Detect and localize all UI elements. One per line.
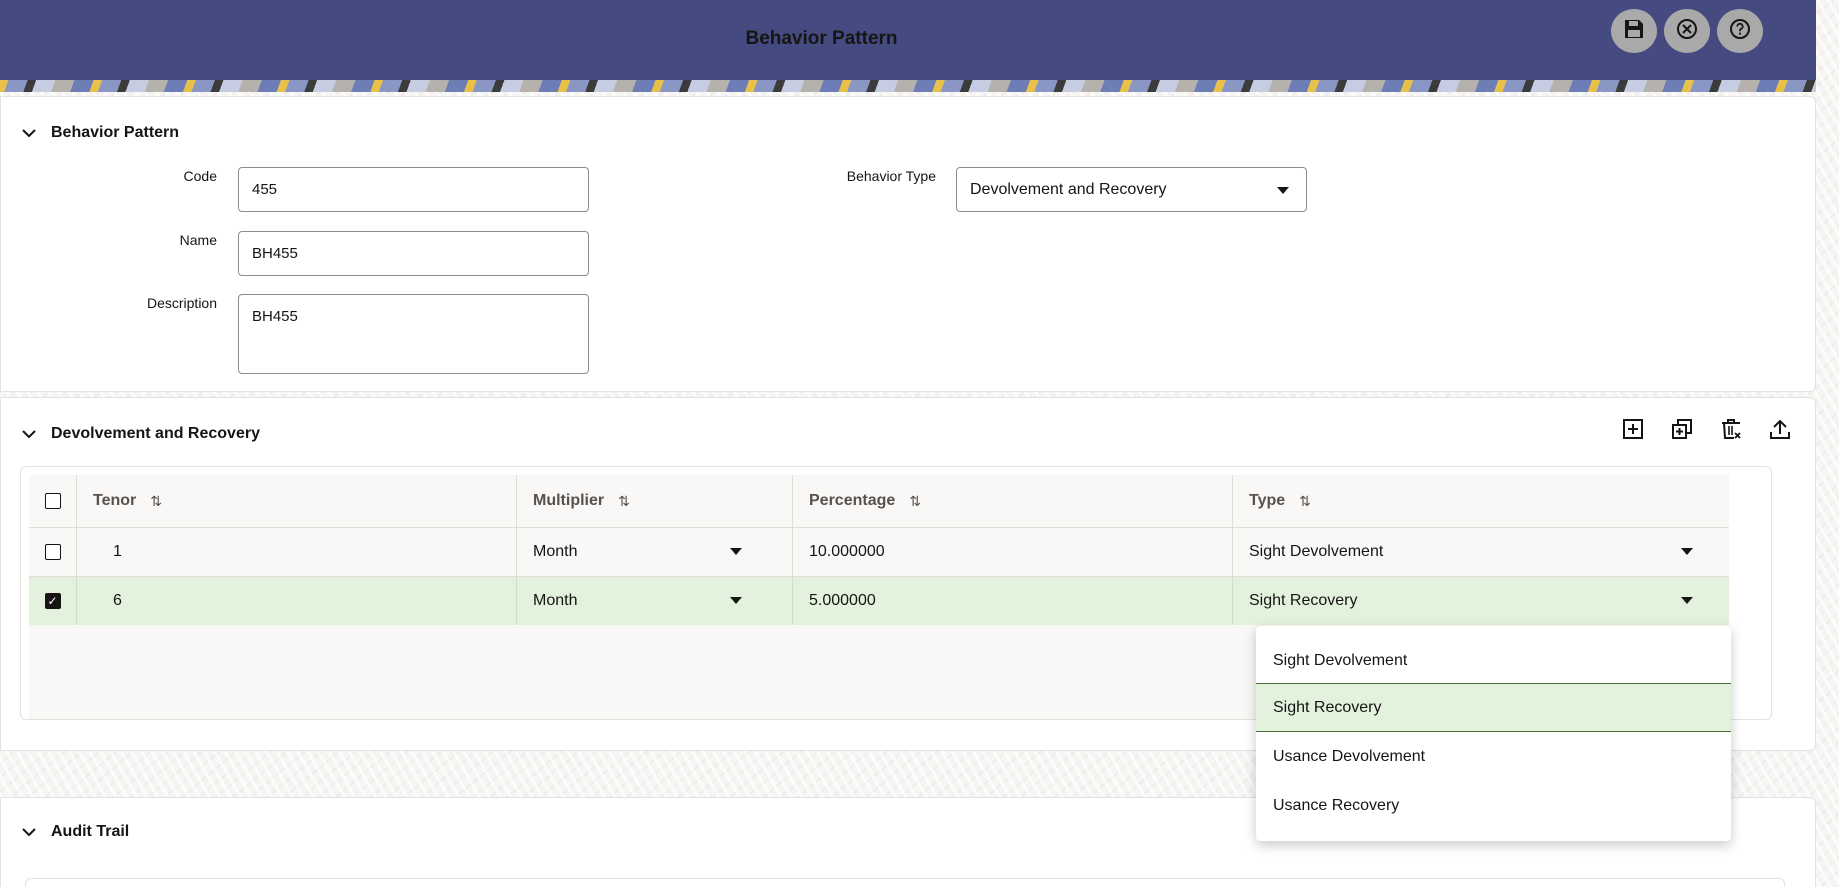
section-title: Audit Trail bbox=[51, 823, 130, 840]
section-title: Behavior Pattern bbox=[51, 124, 180, 141]
tenor-value: 1 bbox=[113, 543, 122, 560]
dropdown-option[interactable]: Usance Recovery bbox=[1256, 781, 1731, 830]
tenor-cell[interactable]: 6 bbox=[77, 577, 517, 625]
multiplier-select[interactable]: Month bbox=[517, 543, 792, 561]
code-input[interactable]: 455 bbox=[238, 167, 589, 212]
behavior-type-select[interactable]: Devolvement and Recovery bbox=[956, 167, 1307, 212]
row-checkbox[interactable] bbox=[44, 544, 61, 560]
chevron-down-icon bbox=[21, 824, 37, 840]
column-label: Type bbox=[1249, 492, 1286, 509]
description-label: Description bbox=[146, 295, 217, 311]
page-scrollbar[interactable] bbox=[1816, 0, 1839, 887]
name-label: Name bbox=[179, 232, 217, 248]
table-header-row: Tenor ⇅ Multiplier ⇅ Percentage ⇅ Type ⇅ bbox=[29, 475, 1729, 528]
multiplier-cell[interactable]: Month bbox=[517, 528, 793, 576]
caret-down-icon bbox=[1681, 597, 1693, 604]
help-circle-icon bbox=[1729, 18, 1751, 45]
column-header-multiplier[interactable]: Multiplier ⇅ bbox=[517, 475, 793, 527]
help-button[interactable] bbox=[1717, 9, 1763, 53]
devolvement-header[interactable]: Devolvement and Recovery bbox=[21, 425, 260, 443]
behavior-type-label: Behavior Type bbox=[846, 168, 936, 184]
sort-icon[interactable]: ⇅ bbox=[618, 493, 630, 510]
type-value: Sight Devolvement bbox=[1249, 543, 1384, 560]
add-icon[interactable] bbox=[1622, 418, 1644, 440]
save-icon bbox=[1623, 18, 1645, 45]
multiplier-cell[interactable]: Month bbox=[517, 577, 793, 625]
row-select-cell bbox=[29, 528, 77, 576]
caret-down-icon bbox=[730, 548, 742, 555]
column-header-tenor[interactable]: Tenor ⇅ bbox=[77, 475, 517, 527]
upload-icon[interactable] bbox=[1769, 418, 1791, 440]
close-button[interactable] bbox=[1664, 9, 1710, 53]
type-select[interactable]: Sight Recovery bbox=[1233, 592, 1729, 610]
column-label: Percentage bbox=[809, 492, 896, 509]
dropdown-option-selected[interactable]: Sight Recovery bbox=[1256, 683, 1731, 732]
type-select[interactable]: Sight Devolvement bbox=[1233, 543, 1729, 561]
description-textarea[interactable]: BH455 bbox=[238, 294, 589, 374]
row-select-cell bbox=[29, 577, 77, 625]
caret-down-icon bbox=[730, 597, 742, 604]
chevron-down-icon bbox=[21, 125, 37, 141]
select-all-checkbox[interactable] bbox=[44, 493, 61, 509]
name-input[interactable]: BH455 bbox=[238, 231, 589, 276]
tenor-value: 6 bbox=[113, 592, 122, 609]
behavior-pattern-header[interactable]: Behavior Pattern bbox=[21, 124, 179, 142]
type-dropdown-listbox: Sight Devolvement Sight Recovery Usance … bbox=[1256, 626, 1731, 841]
multiplier-value: Month bbox=[533, 543, 578, 560]
save-button[interactable] bbox=[1611, 9, 1657, 53]
percentage-value: 10.000000 bbox=[809, 543, 885, 560]
table-row[interactable]: 6 Month 5.000000 Sight Recovery bbox=[29, 577, 1729, 625]
page-header: Behavior Pattern bbox=[0, 0, 1816, 80]
sort-icon[interactable]: ⇅ bbox=[909, 493, 921, 510]
caret-down-icon bbox=[1681, 548, 1693, 555]
code-label: Code bbox=[183, 168, 217, 184]
behavior-type-value: Devolvement and Recovery bbox=[970, 181, 1167, 198]
type-cell[interactable]: Sight Devolvement bbox=[1233, 528, 1729, 576]
delete-icon[interactable] bbox=[1720, 418, 1742, 440]
percentage-value: 5.000000 bbox=[809, 592, 876, 609]
decorative-banner bbox=[0, 80, 1816, 92]
dropdown-option[interactable]: Sight Devolvement bbox=[1256, 636, 1731, 685]
section-title: Devolvement and Recovery bbox=[51, 425, 260, 442]
audit-trail-header[interactable]: Audit Trail bbox=[21, 823, 129, 841]
column-header-type[interactable]: Type ⇅ bbox=[1233, 475, 1729, 527]
column-header-percentage[interactable]: Percentage ⇅ bbox=[793, 475, 1233, 527]
multiplier-select[interactable]: Month bbox=[517, 592, 792, 610]
audit-trail-content bbox=[25, 878, 1785, 887]
close-circle-icon bbox=[1676, 18, 1698, 45]
type-cell[interactable]: Sight Recovery bbox=[1233, 577, 1729, 625]
chevron-down-icon bbox=[21, 426, 37, 442]
column-label: Tenor bbox=[93, 492, 137, 509]
multiplier-value: Month bbox=[533, 592, 578, 609]
add-multiple-icon[interactable] bbox=[1671, 418, 1693, 440]
column-label: Multiplier bbox=[533, 492, 605, 509]
type-value: Sight Recovery bbox=[1249, 592, 1358, 609]
header-actions bbox=[1611, 9, 1763, 53]
percentage-cell[interactable]: 5.000000 bbox=[793, 577, 1233, 625]
select-all-cell bbox=[29, 475, 77, 527]
table-toolbar bbox=[1622, 418, 1791, 440]
sort-icon[interactable]: ⇅ bbox=[1299, 493, 1311, 510]
behavior-pattern-panel: Behavior Pattern Code 455 Name BH455 Des… bbox=[0, 96, 1816, 392]
caret-down-icon bbox=[1277, 187, 1289, 194]
page-title: Behavior Pattern bbox=[745, 28, 898, 49]
table-row[interactable]: 1 Month 10.000000 Sight Devolvement bbox=[29, 528, 1729, 577]
tenor-cell[interactable]: 1 bbox=[77, 528, 517, 576]
row-checkbox[interactable] bbox=[44, 593, 61, 609]
percentage-cell[interactable]: 10.000000 bbox=[793, 528, 1233, 576]
sort-icon[interactable]: ⇅ bbox=[150, 493, 162, 510]
dropdown-option[interactable]: Usance Devolvement bbox=[1256, 732, 1731, 781]
